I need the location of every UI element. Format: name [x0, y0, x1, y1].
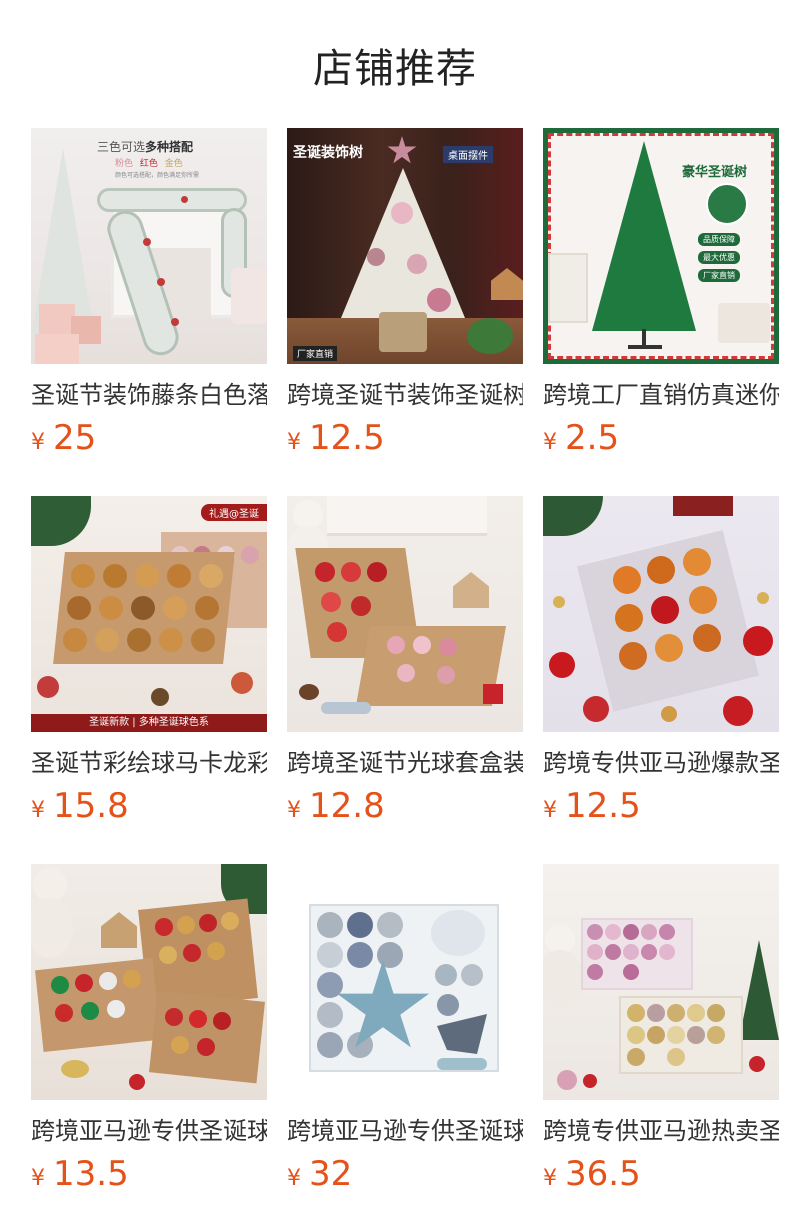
currency-symbol: ¥ — [543, 798, 557, 823]
color-option-gold: 金色 — [164, 159, 183, 169]
currency-symbol: ¥ — [31, 430, 45, 455]
product-card[interactable]: 跨境圣诞节光球套盒装饰品 ¥12.8 — [287, 496, 523, 824]
product-title[interactable]: 跨境专供亚马逊爆款圣诞球 — [543, 748, 779, 778]
image-corner: 礼遇@圣诞 — [201, 504, 267, 521]
price-value: 32 — [309, 1154, 353, 1192]
product-card[interactable]: 跨境专供亚马逊热卖圣诞球 ¥36.5 — [543, 864, 779, 1192]
badge-quality: 品质保障 — [698, 233, 740, 246]
image-footer: 圣诞新款 | 多种圣诞球色系 — [31, 714, 267, 732]
price-value: 2.5 — [565, 418, 620, 456]
currency-symbol: ¥ — [287, 798, 301, 823]
price-value: 13.5 — [53, 1154, 129, 1192]
mini-tree-image[interactable]: 圣诞装饰树 桌面摆件 厂家直销 — [287, 128, 523, 364]
red-gold-ball-boxes-image[interactable] — [31, 864, 267, 1100]
product-price: ¥12.5 — [543, 788, 779, 824]
image-header: 三色可选 — [97, 140, 146, 154]
currency-symbol: ¥ — [31, 1166, 45, 1191]
image-sub: 颜色可选搭配，颜色满足你所需 — [115, 172, 200, 179]
badge-discount: 最大优惠 — [698, 251, 740, 264]
product-price: ¥25 — [31, 420, 267, 456]
product-card[interactable]: 跨境亚马逊专供圣诞球礼盒 ¥13.5 — [31, 864, 267, 1192]
red-pink-ball-box-image[interactable] — [287, 496, 523, 732]
orange-red-ball-box-image[interactable] — [543, 496, 779, 732]
product-title[interactable]: 跨境工厂直销仿真迷你圣诞 — [543, 380, 779, 410]
product-title[interactable]: 圣诞节彩绘球马卡龙彩色球 — [31, 748, 267, 778]
product-card[interactable]: 跨境亚马逊专供圣诞球套装 ¥32 — [287, 864, 523, 1192]
price-value: 15.8 — [53, 786, 129, 824]
product-price: ¥36.5 — [543, 1156, 779, 1192]
price-value: 25 — [53, 418, 97, 456]
currency-symbol: ¥ — [543, 1166, 557, 1191]
currency-symbol: ¥ — [31, 798, 45, 823]
product-price: ¥12.8 — [287, 788, 523, 824]
color-option-pink: 粉色 — [115, 159, 134, 169]
product-card[interactable]: 礼遇@圣诞 圣诞新款 | 多种圣诞球色系 圣诞节彩绘球马卡龙彩 ¥ 15.8 — [31, 496, 267, 824]
price-value: 36.5 — [565, 1154, 641, 1192]
product-price: ¥12.5 — [287, 420, 523, 456]
image-header-strong: 多种搭配 — [145, 140, 194, 154]
blue-silver-ball-box-image[interactable] — [287, 864, 523, 1100]
product-title[interactable]: 跨境圣诞节装饰圣诞树桌面 — [287, 380, 523, 410]
badge-factory: 厂家直销 — [698, 269, 740, 282]
product-price: ¥32 — [287, 1156, 523, 1192]
product-title[interactable]: 跨境专供亚马逊热卖圣诞球 — [543, 1116, 779, 1146]
product-title[interactable]: 跨境亚马逊专供圣诞球套装 — [287, 1116, 523, 1146]
product-title[interactable]: 跨境圣诞节光球套盒装饰品 — [287, 748, 523, 778]
product-card[interactable]: 圣诞装饰树 桌面摆件 厂家直销 跨境圣诞节装饰圣诞树桌面 ¥12.5 — [287, 128, 523, 456]
product-price: ¥13.5 — [31, 1156, 267, 1192]
image-left-label: 圣诞装饰树 — [293, 145, 363, 161]
garland-image[interactable]: 三色可选多种搭配 粉色 红色 金色 颜色可选搭配，颜色满足你所需 — [31, 128, 267, 364]
product-card[interactable]: 跨境专供亚马逊爆款圣诞球 ¥12.5 — [543, 496, 779, 824]
color-option-red: 红色 — [139, 159, 158, 169]
green-tree-image[interactable]: 豪华圣诞树 品质保障 最大优惠 厂家直销 — [543, 128, 779, 364]
price-value: 12.5 — [565, 786, 641, 824]
currency-symbol: ¥ — [543, 430, 557, 455]
price-value: 12.5 — [309, 418, 385, 456]
product-price: ¥2.5 — [543, 420, 779, 456]
product-card[interactable]: 豪华圣诞树 品质保障 最大优惠 厂家直销 跨境工厂直销仿真迷你圣诞 ¥2.5 — [543, 128, 779, 456]
page-title: 店铺推荐 — [313, 46, 477, 92]
currency-symbol: ¥ — [287, 430, 301, 455]
image-right-label: 桌面摆件 — [443, 146, 493, 163]
pink-gold-ball-boxes-image[interactable] — [543, 864, 779, 1100]
product-card[interactable]: 三色可选多种搭配 粉色 红色 金色 颜色可选搭配，颜色满足你所需 圣诞节装饰藤条… — [31, 128, 267, 456]
price-value: 12.8 — [309, 786, 385, 824]
image-footer: 厂家直销 — [293, 346, 338, 361]
currency-symbol: ¥ — [287, 1166, 301, 1191]
product-price: ¥15.8 — [31, 788, 267, 824]
product-title[interactable]: 跨境亚马逊专供圣诞球礼盒 — [31, 1116, 267, 1146]
product-title[interactable]: 圣诞节装饰藤条白色落雪 — [31, 380, 267, 410]
image-headline: 豪华圣诞树 — [682, 165, 748, 180]
gold-ball-box-image[interactable]: 礼遇@圣诞 圣诞新款 | 多种圣诞球色系 — [31, 496, 267, 732]
